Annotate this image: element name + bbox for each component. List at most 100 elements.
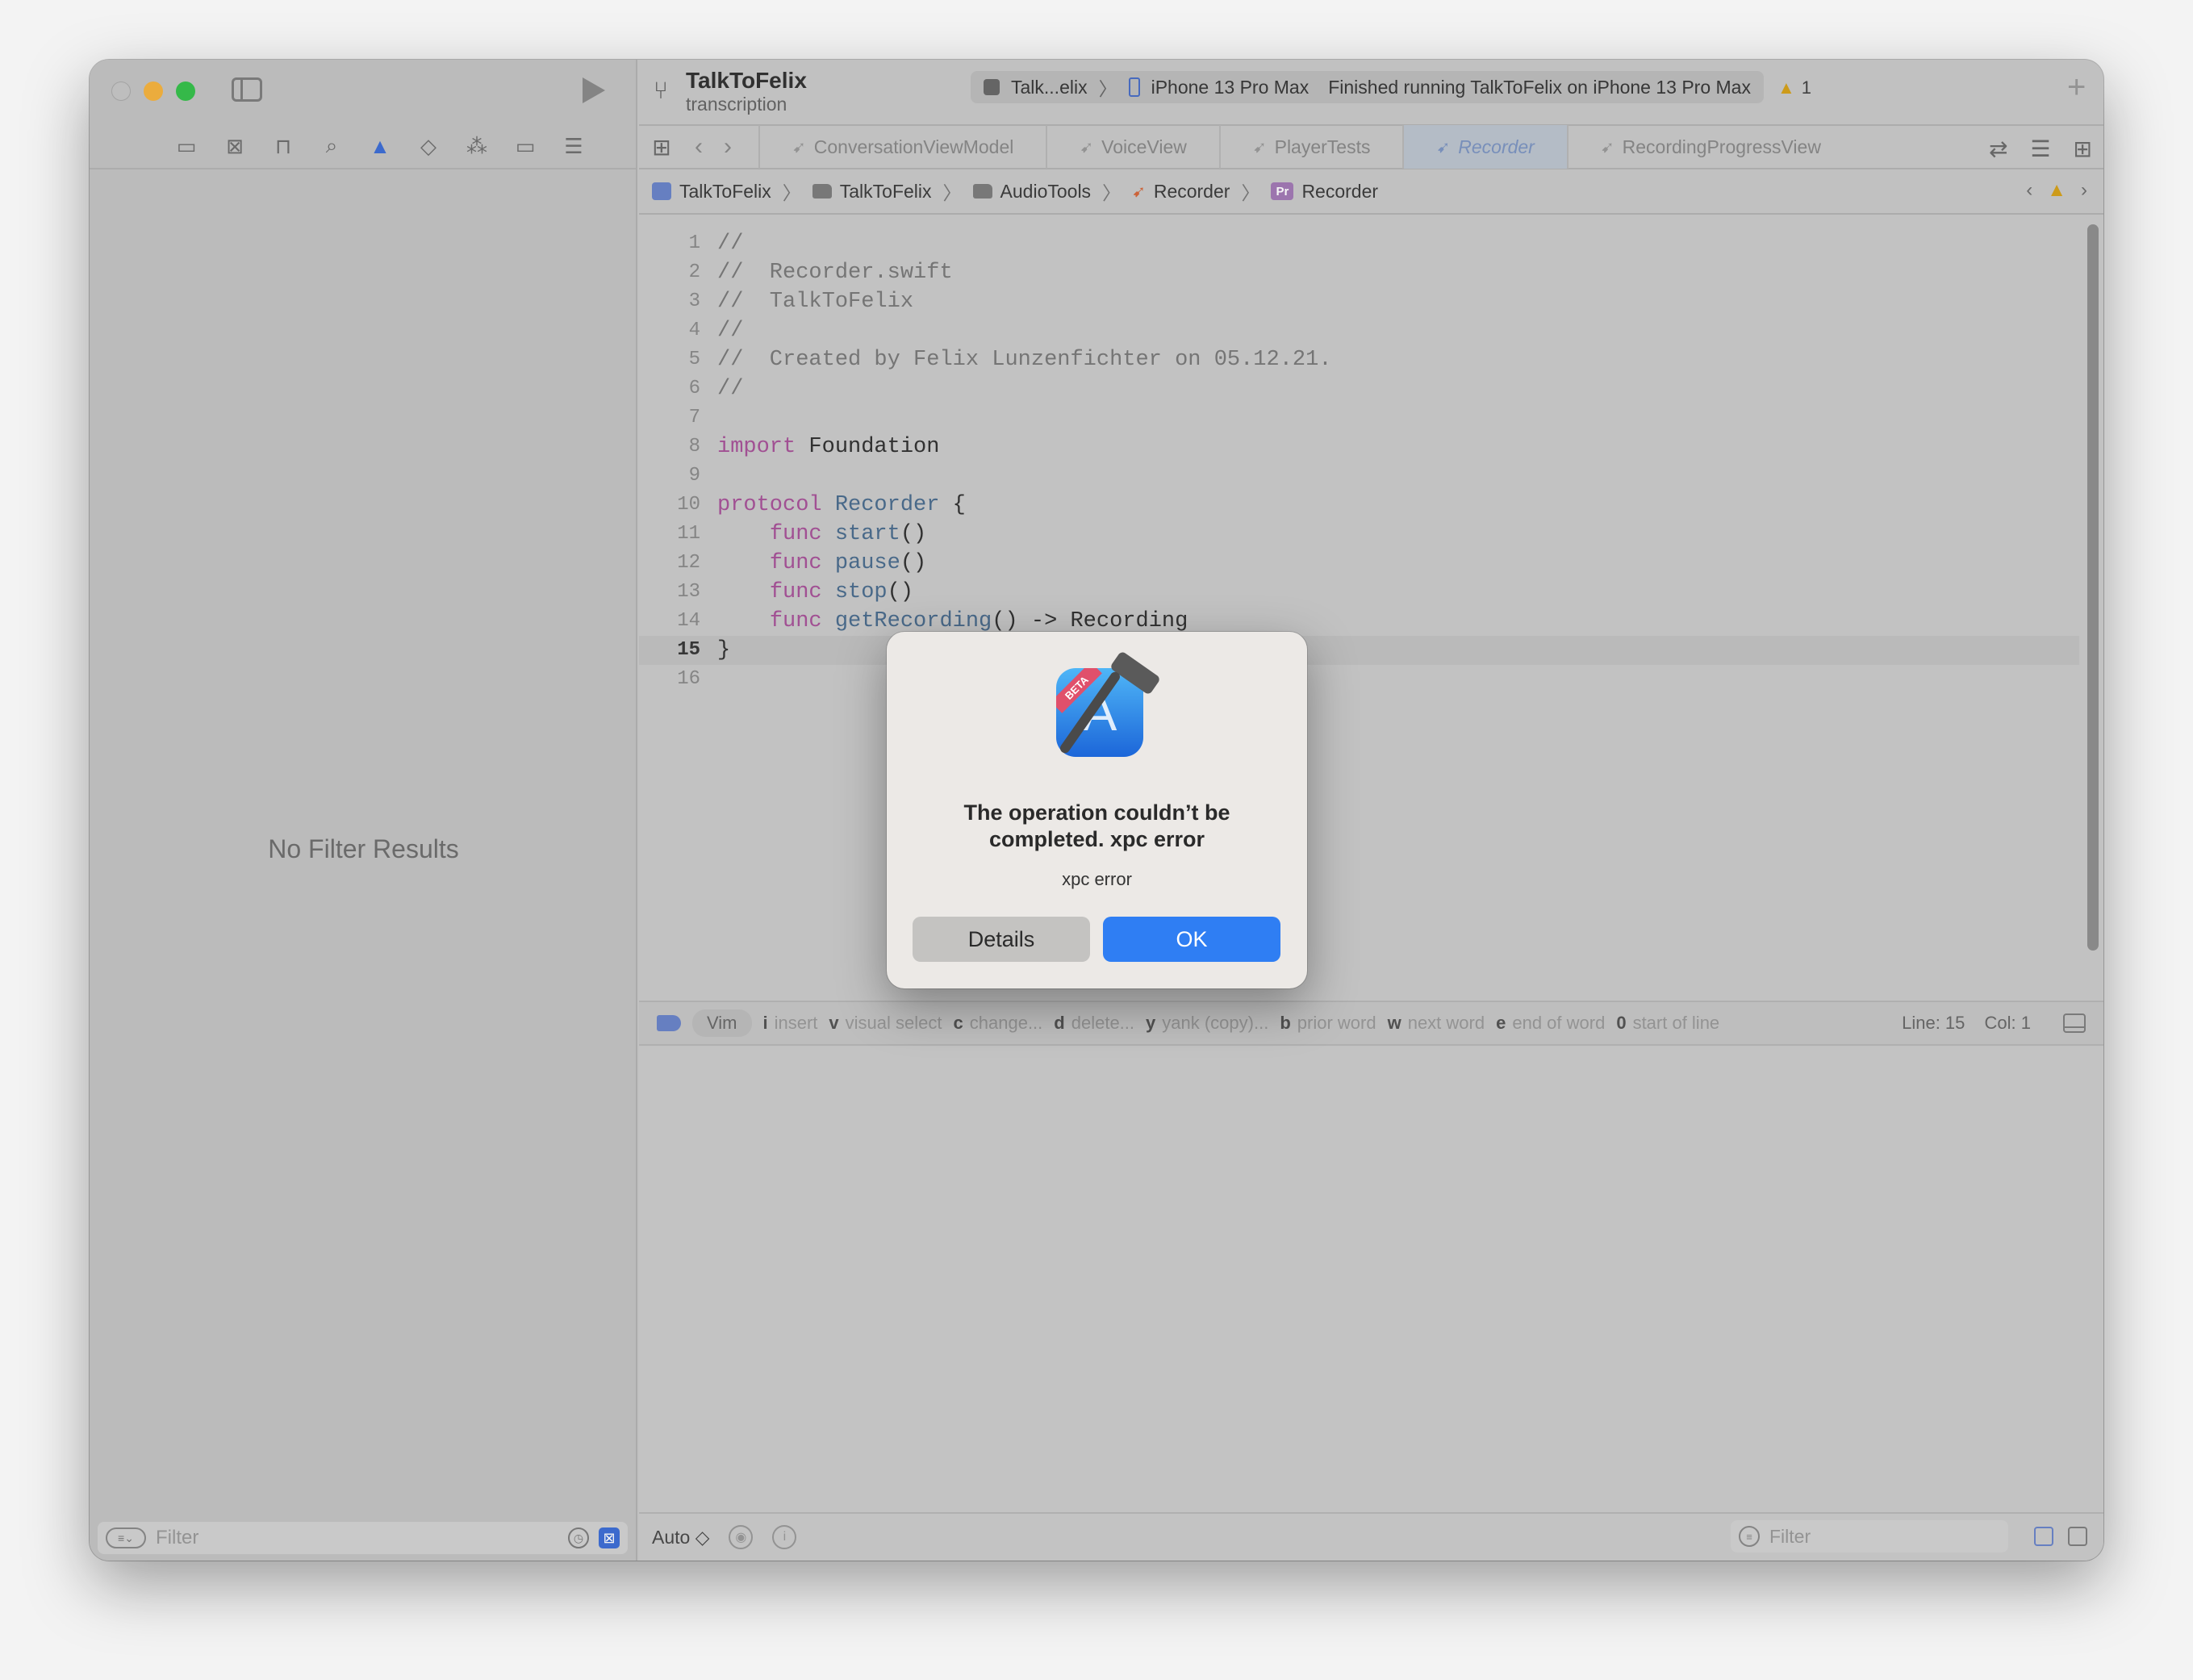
tab-playertests[interactable]: ➹ PlayerTests (1218, 125, 1403, 169)
vim-hint: y yank (copy)... (1146, 1013, 1268, 1034)
debug-area-toggle-icon[interactable] (2063, 1013, 2086, 1033)
code-line[interactable]: 5 // Created by Felix Lunzenfichter on 05… (639, 345, 2079, 374)
project-name[interactable]: TalkToFelix (686, 68, 807, 94)
vim-hint: w next word (1388, 1013, 1485, 1034)
scheme-icon (984, 79, 1000, 95)
library-plus-icon[interactable]: + (2067, 69, 2086, 106)
code-line[interactable]: 2 // Recorder.swift (639, 258, 2079, 287)
tab-recordingprogressview[interactable]: ➹ RecordingProgressView (1566, 125, 1853, 169)
auto-variables-selector[interactable]: Auto ◇ (652, 1527, 709, 1548)
symbol-navigator-icon[interactable]: ⊓ (269, 134, 297, 158)
project-navigator-folder-icon[interactable]: ▭ (173, 134, 200, 158)
branch-icon: ⑂ (654, 77, 668, 104)
report-navigator-list-icon[interactable]: ☰ (560, 134, 587, 158)
activity-status: Finished running TalkToFelix on iPhone 1… (1328, 76, 1751, 98)
line-number: 5 (688, 349, 700, 370)
zoom-window-button[interactable] (176, 81, 195, 101)
vim-hint: d delete... (1054, 1013, 1134, 1034)
code-line[interactable]: 10 protocol Recorder { (639, 491, 2079, 520)
line-number: 11 (677, 523, 700, 545)
code-text: // Recorder.swift (717, 261, 953, 285)
add-editor-split-icon[interactable]: ⊞ (2074, 136, 2092, 162)
code-text: import Foundation (717, 435, 940, 459)
line-number: 7 (688, 407, 700, 428)
minimize-window-button[interactable] (144, 81, 163, 101)
line-number: 10 (677, 494, 700, 516)
code-line[interactable]: 3 // TalkToFelix (639, 287, 2079, 316)
code-line[interactable]: 6 // (639, 374, 2079, 403)
breakpoint-flag-icon[interactable] (657, 1015, 681, 1031)
console-filter-input[interactable]: Filter (1769, 1526, 1811, 1548)
code-text: // TalkToFelix (717, 290, 914, 314)
next-issue-chevron-icon[interactable]: › (2081, 179, 2087, 202)
issue-navigator-warning-icon[interactable]: ▲ (366, 134, 394, 158)
debug-navigator-spray-icon[interactable]: ⁂ (463, 134, 491, 158)
scheme-name[interactable]: Talk...elix (1011, 77, 1088, 98)
warning-indicator[interactable]: ▲ 1 (1777, 77, 1811, 98)
ok-button[interactable]: OK (1103, 917, 1280, 962)
branch-name[interactable]: transcription (686, 94, 787, 115)
code-line[interactable]: 11 func start() (639, 520, 2079, 549)
vim-mode-badge[interactable]: Vim (692, 1009, 752, 1037)
code-text: func pause() (769, 551, 927, 575)
code-text: protocol Recorder { (717, 493, 966, 517)
line-number: 3 (688, 290, 700, 312)
code-line[interactable]: 16 (639, 665, 2079, 694)
back-arrow-icon[interactable]: ‹ (684, 133, 713, 161)
issue-stepper: ‹ ▲ › (2026, 179, 2087, 202)
eye-icon[interactable]: ◉ (729, 1525, 754, 1549)
vim-hint-key: w (1387, 1013, 1401, 1033)
tab-recorder[interactable]: ➹ Recorder (1402, 125, 1567, 169)
find-navigator-search-icon[interactable]: ⌕ (318, 133, 345, 157)
warning-icon[interactable]: ▲ (2047, 179, 2066, 202)
swap-arrows-icon[interactable]: ⇄ (1989, 136, 2007, 162)
vim-hint: v visual select (829, 1013, 942, 1034)
sidebar-toggle-icon[interactable] (232, 77, 262, 102)
info-icon[interactable]: i (772, 1525, 797, 1549)
recent-files-clock-icon[interactable]: ◷ (568, 1527, 589, 1548)
source-editor[interactable]: 1//2// Recorder.swift 3// TalkToFelix 4//5… (639, 215, 2103, 1054)
code-line[interactable]: 15} (639, 636, 2079, 665)
jump-bar-breadcrumb: TalkToFelix 〉 TalkToFelix 〉 AudioTools 〉… (639, 169, 2103, 215)
variables-view-toggle-icon[interactable] (2034, 1527, 2053, 1546)
breadcrumb-symbol[interactable]: Recorder (1301, 181, 1378, 203)
breadcrumb-project[interactable]: TalkToFelix (679, 181, 771, 203)
forward-arrow-icon[interactable]: › (713, 133, 742, 161)
console-view-toggle-icon[interactable] (2068, 1527, 2087, 1546)
run-button-icon[interactable] (583, 77, 605, 103)
code-line[interactable]: 9 (639, 462, 2079, 491)
source-control-navigator-icon[interactable]: ⊠ (221, 134, 249, 158)
breadcrumb-file[interactable]: Recorder (1154, 181, 1230, 203)
code-line[interactable]: 1 // (639, 229, 2079, 258)
code-line[interactable]: 14 func getRecording() -> Recording (639, 607, 2079, 636)
editor-scrollbar[interactable] (2087, 224, 2099, 951)
tab-label: VoiceView (1101, 136, 1187, 157)
editor-options-icon[interactable]: ☰ (2030, 136, 2050, 162)
test-navigator-diamond-icon[interactable]: ◇ (415, 134, 442, 158)
breadcrumb-group[interactable]: TalkToFelix (840, 181, 932, 203)
tab-conversationviewmodel[interactable]: ➹ ConversationViewModel (758, 125, 1046, 169)
breadcrumb-folder[interactable]: AudioTools (1000, 181, 1092, 203)
breakpoint-navigator-tag-icon[interactable]: ▭ (512, 134, 539, 158)
related-items-grid-icon[interactable]: ⊞ (639, 134, 684, 161)
line-number: 13 (677, 581, 700, 603)
details-button[interactable]: Details (913, 917, 1090, 962)
filter-scope-icon[interactable]: ⊠ (599, 1527, 620, 1548)
code-line[interactable]: 8 import Foundation (639, 433, 2079, 462)
code-line[interactable]: 4 // (639, 316, 2079, 345)
vim-hint-label: prior word (1297, 1013, 1376, 1033)
warning-count: 1 (1801, 77, 1812, 98)
navigator-filter-input[interactable]: Filter (156, 1527, 558, 1549)
previous-issue-chevron-icon[interactable]: ‹ (2026, 179, 2032, 202)
console-filter-bar: ≡ Filter (1731, 1520, 2008, 1553)
code-line[interactable]: 13 func stop() (639, 578, 2079, 607)
filter-options-icon[interactable]: ≡⌄ (106, 1527, 146, 1548)
tab-voiceview[interactable]: ➹ VoiceView (1046, 125, 1218, 169)
code-line[interactable]: 12 func pause() (639, 549, 2079, 578)
run-destination[interactable]: iPhone 13 Pro Max (1151, 77, 1310, 98)
vim-hint-key: y (1146, 1013, 1156, 1033)
close-window-button[interactable] (111, 81, 131, 101)
vim-hint: c change... (954, 1013, 1043, 1034)
activity-viewer[interactable]: Talk...elix 〉 iPhone 13 Pro Max Finished… (971, 71, 1764, 103)
code-line[interactable]: 7 (639, 403, 2079, 433)
